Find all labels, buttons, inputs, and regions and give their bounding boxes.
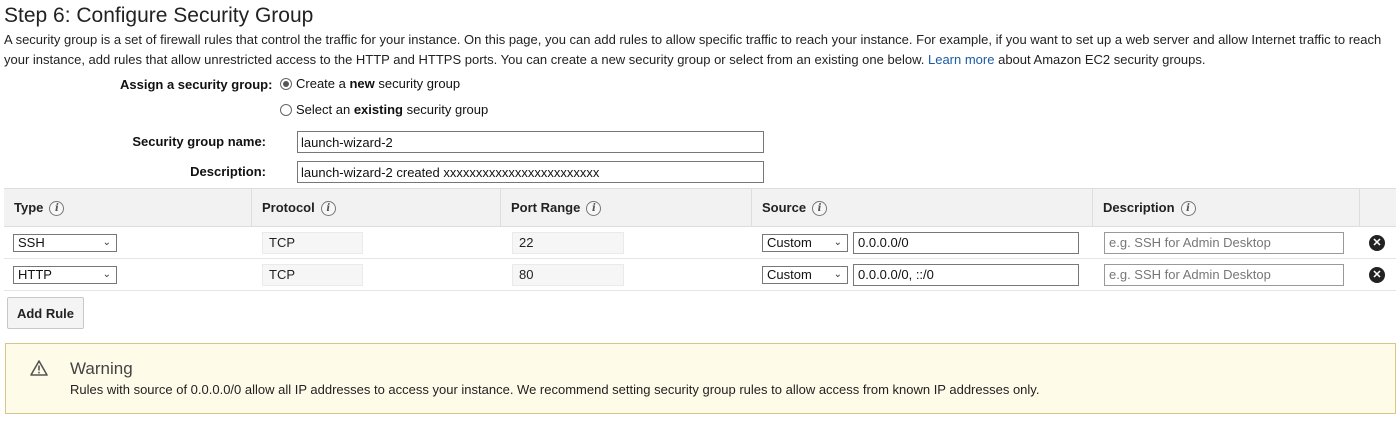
page-title: Step 6: Configure Security Group xyxy=(4,4,314,27)
chevron-down-icon: ⌄ xyxy=(102,269,111,280)
protocol-field: TCP xyxy=(262,232,363,254)
port-range-field: 80 xyxy=(512,264,624,286)
column-header-description: Description i xyxy=(1093,189,1360,227)
table-row: HTTP ⌄ TCP 80 Custom ⌄ 0.0.0.0/0, ::/0 e.g… xyxy=(4,259,1396,291)
source-type-select[interactable]: Custom ⌄ xyxy=(762,266,848,284)
description-input[interactable] xyxy=(297,161,764,183)
chevron-down-icon: ⌄ xyxy=(833,269,842,280)
info-icon[interactable]: i xyxy=(49,201,65,217)
protocol-field: TCP xyxy=(262,264,363,286)
warning-text: Rules with source of 0.0.0.0/0 allow all… xyxy=(70,382,1040,397)
warning-title: Warning xyxy=(70,359,133,378)
warning-alert: Warning Rules with source of 0.0.0.0/0 a… xyxy=(5,343,1396,414)
rule-description-input[interactable]: e.g. SSH for Admin Desktop xyxy=(1104,232,1344,254)
security-rules-table: Type i Protocol i Port Range i Source i Desc… xyxy=(4,188,1396,291)
chevron-down-icon: ⌄ xyxy=(833,237,842,248)
table-header: Type i Protocol i Port Range i Source i Desc… xyxy=(4,189,1396,227)
radio-select-existing[interactable]: Select an existing security group xyxy=(280,102,488,117)
radio-create-new-label: Create a new security group xyxy=(296,76,461,91)
column-header-port-range: Port Range i xyxy=(501,189,752,227)
close-circle-icon[interactable]: ✕ xyxy=(1369,235,1385,251)
type-select[interactable]: SSH ⌄ xyxy=(13,234,117,252)
radio-select-existing-label: Select an existing security group xyxy=(296,102,489,117)
info-icon[interactable]: i xyxy=(320,201,336,217)
learn-more-suffix: about Amazon EC2 security groups. xyxy=(998,52,1206,67)
source-type-select[interactable]: Custom ⌄ xyxy=(762,234,848,252)
source-cidr-input[interactable]: 0.0.0.0/0, ::/0 xyxy=(853,264,1079,286)
info-icon[interactable]: i xyxy=(586,201,602,217)
type-select[interactable]: HTTP ⌄ xyxy=(13,266,117,284)
chevron-down-icon: ⌄ xyxy=(102,237,111,248)
rule-description-input[interactable]: e.g. SSH for Admin Desktop xyxy=(1104,264,1344,286)
radio-button-unchecked[interactable] xyxy=(280,103,292,116)
info-icon[interactable]: i xyxy=(812,201,828,217)
close-circle-icon[interactable]: ✕ xyxy=(1369,267,1385,283)
security-group-name-label: Security group name: xyxy=(132,134,266,149)
table-row: SSH ⌄ TCP 22 Custom ⌄ 0.0.0.0/0 e.g. SSH f… xyxy=(4,227,1396,259)
warning-triangle-icon xyxy=(30,360,48,379)
radio-button-checked[interactable] xyxy=(280,77,292,90)
info-icon[interactable]: i xyxy=(1180,201,1196,217)
source-cidr-input[interactable]: 0.0.0.0/0 xyxy=(853,232,1079,254)
intro-paragraph: A security group is a set of firewall ru… xyxy=(4,30,1396,70)
column-header-type: Type i xyxy=(4,189,252,227)
port-range-field: 22 xyxy=(512,232,624,254)
column-header-protocol: Protocol i xyxy=(252,189,501,227)
security-group-name-input[interactable] xyxy=(297,131,764,153)
assign-security-group-label: Assign a security group: xyxy=(120,77,273,92)
radio-create-new[interactable]: Create a new security group xyxy=(280,76,460,91)
learn-more-link[interactable]: Learn more xyxy=(928,52,994,67)
add-rule-button[interactable]: Add Rule xyxy=(7,297,84,329)
description-label: Description: xyxy=(190,164,266,179)
column-header-source: Source i xyxy=(752,189,1093,227)
